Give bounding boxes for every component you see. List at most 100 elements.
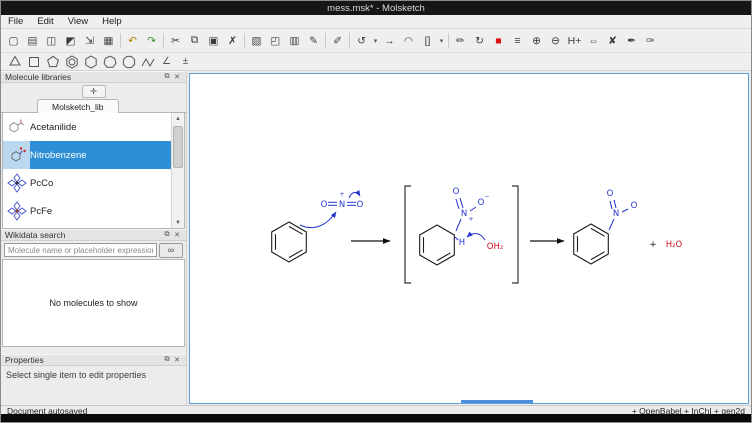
menu-help[interactable]: Help: [95, 15, 129, 28]
bracket-type-dropdown[interactable]: ▾: [437, 32, 446, 49]
ring-template-7-button[interactable]: [100, 54, 119, 70]
dock-float-icon[interactable]: ⧉: [162, 355, 172, 365]
cut-button[interactable]: ✂: [166, 32, 185, 49]
properties-hint: Select single item to edit properties: [1, 366, 186, 384]
benzene-template-button[interactable]: [62, 54, 81, 70]
svg-text:O: O: [357, 200, 364, 210]
ring-template-8-button[interactable]: [119, 54, 138, 70]
delete-tool-button[interactable]: ✘: [603, 32, 622, 49]
ring-template-5-button[interactable]: [43, 54, 62, 70]
svg-text:+: +: [339, 191, 344, 198]
charge-plus-button[interactable]: ⊕: [527, 32, 546, 49]
drawing-canvas[interactable]: O N O +: [189, 73, 749, 404]
tab-molsketch-lib[interactable]: Molsketch_lib: [37, 99, 119, 113]
add-hydrogen-button[interactable]: H+: [565, 32, 584, 49]
export-button[interactable]: ⇲: [80, 32, 99, 49]
dock-float-icon[interactable]: ⧉: [162, 72, 172, 82]
reaction-arrow-button[interactable]: →: [380, 32, 399, 49]
insert-table-button[interactable]: ▥: [285, 32, 304, 49]
curved-arrow-button[interactable]: ◠: [399, 32, 418, 49]
dock-close-icon[interactable]: ✕: [172, 72, 182, 82]
nitrobenzene-product[interactable]: N O O: [574, 189, 638, 264]
save-button[interactable]: ◫: [42, 32, 61, 49]
svg-text:−: −: [484, 193, 489, 200]
undo-button[interactable]: ↶: [123, 32, 142, 49]
template-toolbar: ∠ ±: [1, 53, 751, 71]
insert-frame-button[interactable]: ◰: [266, 32, 285, 49]
menu-file[interactable]: File: [1, 15, 30, 28]
toolbar-separator: [120, 33, 121, 48]
arenium-intermediate[interactable]: N + O O − H OH₂: [420, 187, 504, 265]
text-tool-button[interactable]: ✑: [641, 32, 660, 49]
search-icon: ∞: [168, 245, 174, 255]
molecule-libraries-header[interactable]: Molecule libraries ⧉ ✕: [1, 71, 186, 83]
properties-header[interactable]: Properties ⧉ ✕: [1, 354, 186, 366]
scroll-down-icon[interactable]: ▼: [172, 217, 184, 228]
resize-arrow-button[interactable]: ⇔: [584, 32, 603, 49]
paste-button[interactable]: ▣: [204, 32, 223, 49]
angle-tool-button[interactable]: ∠: [157, 54, 176, 70]
save-as-button[interactable]: ◩: [61, 32, 80, 49]
angle-icon: ∠: [162, 56, 171, 67]
print-button[interactable]: ▦: [99, 32, 118, 49]
canvas-hscroll-thumb[interactable]: [461, 400, 533, 403]
no-molecules-message: No molecules to show: [49, 298, 137, 308]
wikidata-search-input[interactable]: [4, 243, 157, 257]
wikidata-search-button[interactable]: ∞: [159, 243, 183, 258]
charge-minus-button[interactable]: ⊖: [546, 32, 565, 49]
draw-tool-button[interactable]: ✏: [451, 32, 470, 49]
mechanism-tool-button[interactable]: ✒: [622, 32, 641, 49]
nitronium-ion[interactable]: O N O +: [300, 191, 364, 228]
left-bracket[interactable]: [405, 186, 411, 283]
list-item-label: PcFe: [30, 206, 52, 217]
redo-button[interactable]: ↷: [142, 32, 161, 49]
benzene-ring[interactable]: [272, 222, 307, 262]
dock-close-icon[interactable]: ✕: [172, 230, 182, 240]
insert-text-button[interactable]: ✎: [304, 32, 323, 49]
main-toolbar: ▢ ▤ ◫ ◩ ⇲ ▦ ↶ ↷ ✂ ⧉ ▣ ✗ ▧: [1, 29, 751, 53]
ring-template-4-button[interactable]: [24, 54, 43, 70]
delete-button[interactable]: ✗: [223, 32, 242, 49]
dock-column: Molecule libraries ⧉ ✕ ✛ Molsketch_lib A…: [1, 71, 187, 405]
menu-view[interactable]: View: [61, 15, 95, 28]
arrow-type-dropdown[interactable]: ▾: [371, 32, 380, 49]
library-menu-button[interactable]: ✛: [82, 85, 106, 98]
water-label[interactable]: H₂O: [666, 240, 683, 250]
toolbar-separator: [448, 33, 449, 48]
chain-template-button[interactable]: [138, 54, 157, 70]
bracket-button[interactable]: []: [418, 32, 437, 49]
right-bracket[interactable]: [512, 186, 518, 283]
list-item-pcfe[interactable]: PcFe: [3, 197, 184, 225]
dock-close-icon[interactable]: ✕: [172, 355, 182, 365]
scrollbar-thumb[interactable]: [173, 126, 183, 168]
plus-minus-tool-button[interactable]: ±: [176, 54, 195, 70]
insert-image-button[interactable]: ▧: [247, 32, 266, 49]
title-bar[interactable]: mess.msk* - Molsketch: [1, 1, 751, 15]
copy-button[interactable]: ⧉: [185, 32, 204, 49]
reaction-scheme: O N O +: [190, 74, 748, 403]
dock-float-icon[interactable]: ⧉: [162, 230, 172, 240]
open-file-button[interactable]: ▤: [23, 32, 42, 49]
library-scrollbar[interactable]: ▲ ▼: [171, 113, 184, 228]
wikidata-search-header[interactable]: Wikidata search ⧉ ✕: [1, 229, 186, 241]
color-swatch-button[interactable]: ■: [489, 32, 508, 49]
ring-template-6-button[interactable]: [81, 54, 100, 70]
color-picker-button[interactable]: ✐: [328, 32, 347, 49]
aromaticity-tool-button[interactable]: ↺: [352, 32, 371, 49]
svg-text:H: H: [459, 238, 465, 248]
list-item-pcco[interactable]: PcCo: [3, 169, 184, 197]
rotate-tool-button[interactable]: ↻: [470, 32, 489, 49]
pcfe-structure-icon: [3, 197, 30, 225]
plus-sign: +: [649, 240, 657, 250]
new-document-button[interactable]: ▢: [4, 32, 23, 49]
scroll-up-icon[interactable]: ▲: [172, 113, 184, 124]
list-item-acetanilide[interactable]: Acetanilide: [3, 113, 184, 141]
ring-template-3-button[interactable]: [5, 54, 24, 70]
nitrobenzene-structure-icon: [3, 141, 30, 169]
line-width-button[interactable]: ≡: [508, 32, 527, 49]
list-item-nitrobenzene[interactable]: Nitrobenzene: [3, 141, 184, 169]
toolbar-separator: [163, 33, 164, 48]
molecule-libraries-title: Molecule libraries: [5, 72, 71, 82]
list-item-label: Nitrobenzene: [30, 150, 87, 161]
menu-edit[interactable]: Edit: [30, 15, 60, 28]
